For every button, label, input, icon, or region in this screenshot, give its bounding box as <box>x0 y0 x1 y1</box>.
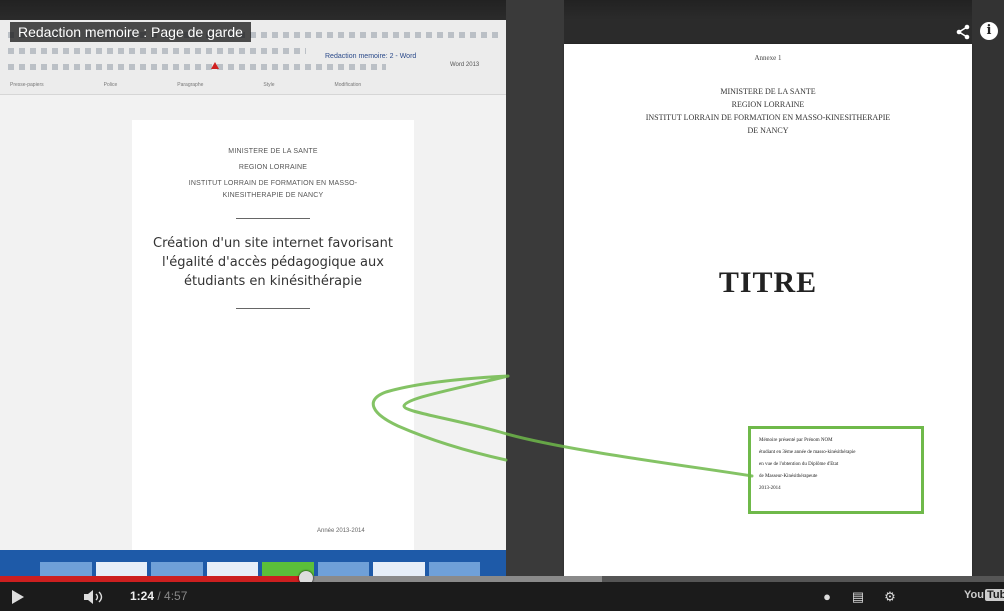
annotations-icon[interactable]: ▤ <box>848 589 868 604</box>
time-current: 1:24 <box>130 589 155 603</box>
time-separator: / <box>154 589 165 603</box>
video-top-shade <box>0 0 1004 20</box>
share-icon[interactable] <box>955 24 971 40</box>
ribbon-group-label: Police <box>103 82 118 88</box>
info-icon[interactable]: i <box>980 22 998 40</box>
divider <box>236 218 310 219</box>
play-icon[interactable] <box>12 590 24 604</box>
left-header-line: REGION LORRAINE <box>238 164 308 171</box>
right-header-line: REGION LORRAINE <box>731 100 805 109</box>
left-header-line: KINESITHERAPIE DE NANCY <box>222 192 324 199</box>
player-controls: 1:24 / 4:57 ● ▤ ⚙ YouTube <box>0 582 1004 611</box>
ribbon-group-label: Style <box>263 82 275 88</box>
title-line: Création d'un site internet favorisant <box>153 236 393 251</box>
author-info-box: Mémoire présenté par Prénom NOM étudiant… <box>748 426 924 514</box>
dark-divider <box>506 0 564 580</box>
left-cover-page: MINISTERE DE LA SANTE REGION LORRAINE IN… <box>132 120 414 552</box>
box-line: en vue de l'obtention du Diplôme d'Etat <box>759 462 839 467</box>
font-color-icon <box>211 62 219 69</box>
ribbon-row <box>8 64 386 70</box>
ribbon-document-title: Redaction memoire: 2 - Word <box>325 53 417 60</box>
annex-label: Annexe 1 <box>754 54 782 62</box>
left-document-window: Redaction memoire: 2 - Word Word 2013 Pr… <box>0 20 506 580</box>
left-memoir-title: Création d'un site internet favorisant l… <box>148 234 398 291</box>
time-duration: 4:57 <box>164 589 188 603</box>
captions-icon[interactable]: ● <box>818 589 836 604</box>
ribbon-group-label: Modification <box>334 82 362 88</box>
ribbon-app-tag: Word 2013 <box>450 62 480 68</box>
volume-icon[interactable] <box>84 590 108 604</box>
box-line: étudiant en 3ème année de masso-kinésith… <box>759 450 856 455</box>
box-line: de Masseur-Kinésithérapeute <box>759 474 818 479</box>
video-title[interactable]: Redaction memoire : Page de garde <box>10 22 251 42</box>
titre-heading: TITRE <box>718 266 818 299</box>
youtube-tube: Tube <box>984 589 1004 601</box>
left-header-line: INSTITUT LORRAIN DE FORMATION EN MASSO- <box>188 180 358 187</box>
title-line: l'égalité d'accès pédagogique aux <box>162 255 384 270</box>
ribbon-group-label: Paragraphe <box>177 82 204 88</box>
left-year: Année 2013-2014 <box>317 528 365 534</box>
ribbon-group-label: Presse-papiers <box>10 82 44 88</box>
time-display: 1:24 / 4:57 <box>130 589 187 603</box>
divider <box>236 308 310 309</box>
gear-icon[interactable]: ⚙ <box>880 589 900 604</box>
youtube-logo[interactable]: YouTube <box>964 589 1004 604</box>
right-cover-page: Annexe 1 MINISTERE DE LA SANTE REGION LO… <box>564 44 972 580</box>
dark-right-edge <box>972 0 1004 580</box>
right-header-line: MINISTERE DE LA SANTE <box>720 87 816 96</box>
box-line: 2013-2014 <box>759 486 781 491</box>
youtube-you: You <box>964 589 984 601</box>
right-header-line: INSTITUT LORRAIN DE FORMATION EN MASSO-K… <box>645 113 891 122</box>
right-header-line: DE NANCY <box>747 126 789 135</box>
ribbon-row <box>8 48 306 54</box>
box-line: Mémoire présenté par Prénom NOM <box>759 438 833 443</box>
video-frame[interactable]: Redaction memoire: 2 - Word Word 2013 Pr… <box>0 0 1004 611</box>
ribbon-group-labels: Presse-papiers Police Paragraphe Style M… <box>10 82 496 90</box>
title-line: étudiants en kinésithérapie <box>183 274 363 289</box>
left-header-line: MINISTERE DE LA SANTE <box>228 148 318 155</box>
